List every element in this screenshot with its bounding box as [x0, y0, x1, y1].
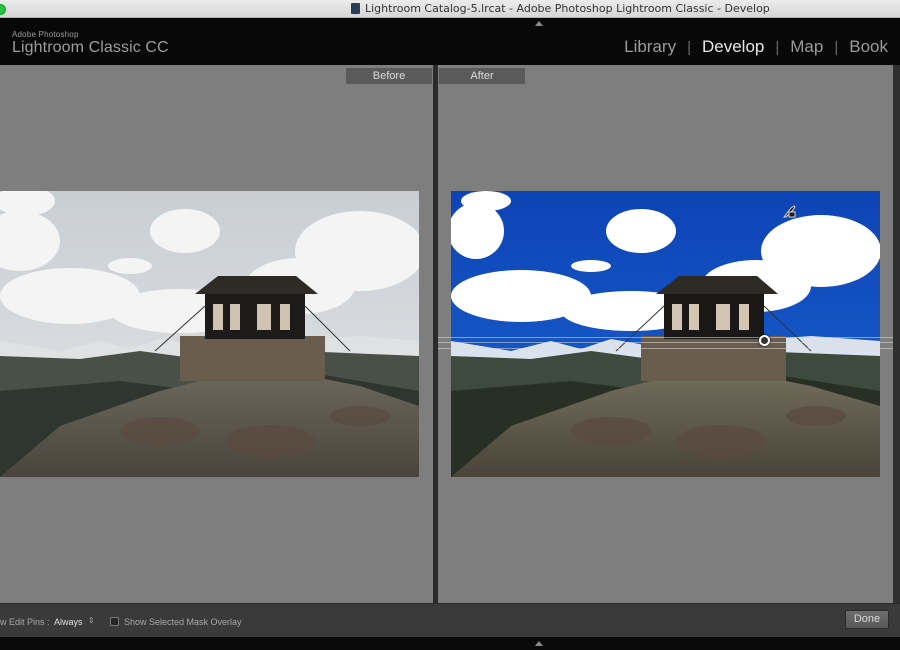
module-book[interactable]: Book	[849, 37, 888, 57]
brand-product: Lightroom Classic CC	[12, 39, 169, 56]
module-develop[interactable]: Develop	[702, 37, 764, 57]
develop-toolbar: w Edit Pins : Always ⇕ Show Selected Mas…	[0, 603, 900, 637]
filmstrip-collapsed-bar	[0, 637, 900, 650]
brush-cursor-icon	[782, 205, 796, 218]
window-title: Lightroom Catalog-5.lrcat - Adobe Photos…	[365, 2, 770, 15]
before-after-divider	[433, 65, 438, 603]
module-header: Adobe Photoshop Lightroom Classic CC Lib…	[0, 19, 900, 65]
adjustment-pin-icon[interactable]	[759, 335, 770, 346]
module-library[interactable]: Library	[624, 37, 676, 57]
right-panel-edge[interactable]	[893, 65, 900, 603]
collapse-top-panel-icon[interactable]	[535, 21, 543, 26]
mask-overlay-label: Show Selected Mask Overlay	[124, 617, 242, 627]
after-label: After	[439, 68, 525, 84]
before-photo[interactable]	[0, 191, 419, 477]
module-picker: Library | Develop | Map | Book	[624, 37, 888, 57]
module-map[interactable]: Map	[790, 37, 823, 57]
before-label: Before	[346, 68, 432, 84]
edit-pins-select[interactable]: Always	[54, 617, 83, 627]
identity-plate: Adobe Photoshop Lightroom Classic CC	[12, 30, 169, 57]
window-title-bar: Lightroom Catalog-5.lrcat - Adobe Photos…	[0, 0, 900, 18]
done-button[interactable]: Done	[845, 610, 889, 629]
edit-pins-stepper-icon[interactable]: ⇕	[88, 616, 95, 625]
edit-pins-label: w Edit Pins :	[0, 617, 50, 627]
collapse-bottom-panel-icon[interactable]	[535, 641, 543, 646]
after-photo[interactable]	[451, 191, 880, 477]
window-zoom-button[interactable]	[0, 4, 6, 15]
document-icon	[351, 3, 360, 14]
brand-company: Adobe Photoshop	[12, 30, 79, 39]
mask-overlay-checkbox[interactable]	[110, 617, 119, 626]
